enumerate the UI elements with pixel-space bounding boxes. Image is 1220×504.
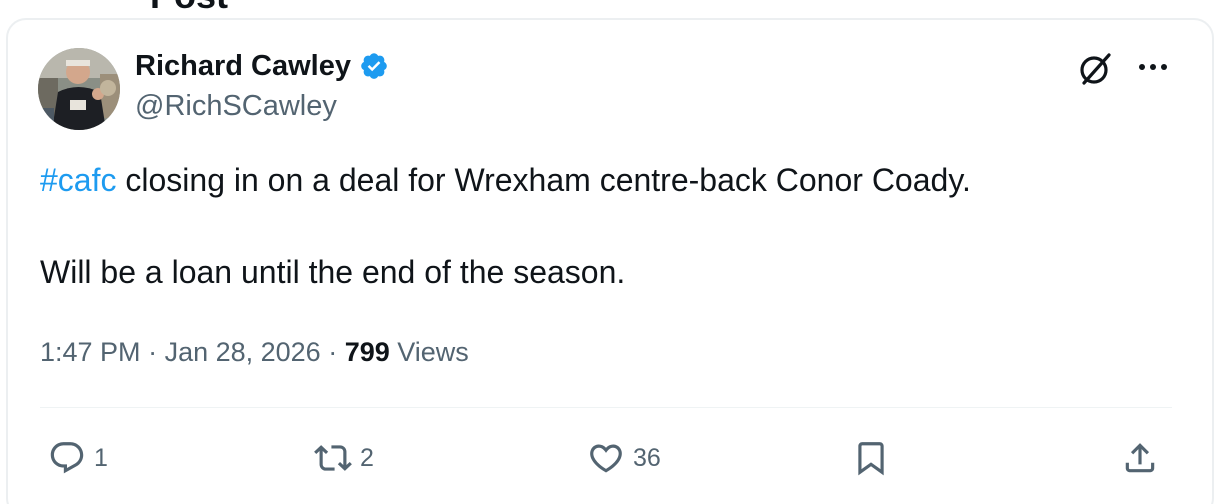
reply-icon [50, 442, 84, 474]
more-dots-icon[interactable] [1136, 55, 1170, 79]
repost-icon [314, 445, 352, 471]
profile-photo-icon [38, 48, 120, 130]
tweet-paragraph-gap [40, 202, 1180, 250]
like-count: 36 [633, 443, 661, 472]
bookmark-button[interactable] [852, 438, 890, 478]
like-button[interactable]: 36 [587, 438, 661, 478]
meta-separator: · [320, 337, 345, 367]
divider [40, 407, 1172, 408]
tweet-line-1: #cafc closing in on a deal for Wrexham c… [40, 158, 1180, 202]
meta-separator: · [140, 337, 165, 367]
avatar[interactable] [38, 48, 120, 130]
views-count[interactable]: 799 [345, 337, 390, 367]
reply-count: 1 [94, 443, 108, 472]
page-heading: Post [150, 0, 228, 14]
post-date[interactable]: Jan 28, 2026 [165, 337, 321, 367]
post-time[interactable]: 1:47 PM [40, 337, 141, 367]
grok-icon[interactable] [1076, 50, 1114, 88]
hashtag-link[interactable]: #cafc [40, 162, 116, 198]
tweet-line-1-text: closing in on a deal for Wrexham centre-… [116, 162, 971, 198]
author-name-row[interactable]: Richard Cawley [135, 48, 389, 84]
share-icon [1125, 443, 1155, 473]
bookmark-icon [858, 442, 884, 476]
views-label[interactable]: Views [390, 337, 469, 367]
reply-button[interactable]: 1 [48, 438, 108, 478]
heart-icon [590, 444, 622, 473]
post-meta: 1:47 PM · Jan 28, 2026 · 799 Views [40, 334, 469, 370]
repost-count: 2 [360, 443, 374, 472]
verified-badge-icon [361, 53, 387, 79]
author-name[interactable]: Richard Cawley [135, 48, 351, 84]
tweet-text: #cafc closing in on a deal for Wrexham c… [40, 158, 1180, 294]
tweet-line-2: Will be a loan until the end of the seas… [40, 254, 626, 290]
author-handle[interactable]: @RichSCawley [135, 88, 337, 124]
share-button[interactable] [1121, 438, 1159, 478]
repost-button[interactable]: 2 [314, 438, 374, 478]
